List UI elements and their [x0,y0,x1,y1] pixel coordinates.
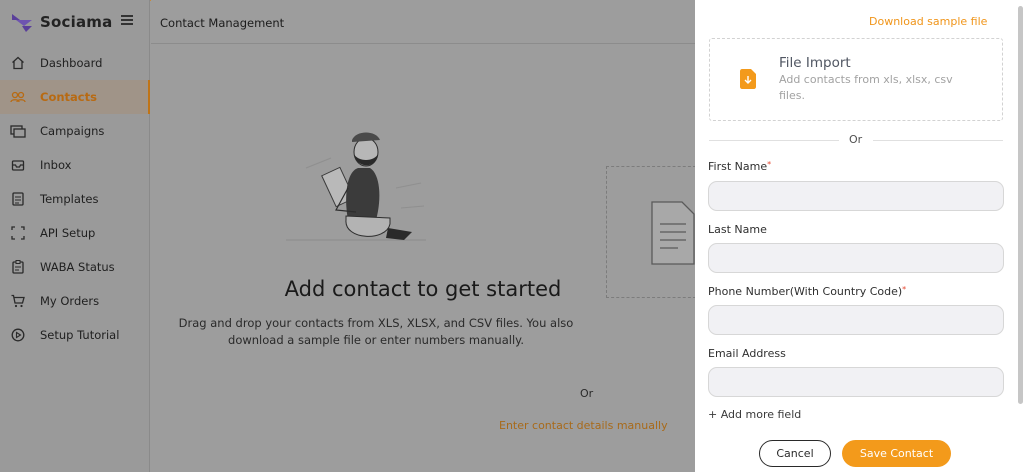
brand-name: Sociama [40,13,113,31]
file-import-subtitle: Add contacts from xls, xlsx, csv files. [779,73,953,102]
sidebar-item-label: Templates [40,192,99,206]
last-name-label: Last Name [708,223,767,236]
file-upload-icon [740,69,756,89]
sidebar-item-label: Campaigns [40,124,105,138]
sidebar-item-label: Setup Tutorial [40,328,120,342]
empty-state-description: Drag and drop your contacts from XLS, XL… [178,316,574,347]
inbox-icon [10,157,26,173]
document-icon [651,201,695,265]
or-divider-text: Or [580,387,594,400]
or-divider-text: Or [849,133,863,146]
last-name-input[interactable] [708,243,1004,273]
sidebar-item-label: My Orders [40,294,100,308]
sidebar: Sociama Dashboard Contacts Campaigns Inb… [0,0,150,472]
email-address-input[interactable] [708,367,1004,397]
sidebar-item-setup-tutorial[interactable]: Setup Tutorial [0,318,150,352]
add-more-field-button[interactable]: + Add more field [708,408,801,421]
templates-icon [10,191,26,207]
first-name-input[interactable] [708,181,1004,211]
empty-state-illustration [286,132,426,241]
contacts-icon [10,89,26,105]
sidebar-item-templates[interactable]: Templates [0,182,150,216]
save-contact-button[interactable]: Save Contact [842,440,951,467]
required-mark: * [902,285,907,294]
required-mark: * [767,160,772,169]
cancel-button[interactable]: Cancel [759,440,831,467]
sidebar-nav: Dashboard Contacts Campaigns Inbox Templ… [0,46,150,352]
file-import-title: File Import [779,55,851,71]
enter-manually-link[interactable]: Enter contact details manually [499,419,668,432]
campaigns-icon [10,123,26,139]
sidebar-item-inbox[interactable]: Inbox [0,148,150,182]
sociama-logo-icon [12,14,32,32]
sidebar-item-label: Inbox [40,158,72,172]
email-address-label: Email Address [708,347,786,360]
phone-number-label: Phone Number(With Country Code)* [708,285,907,298]
topbar: Contact Management [151,0,695,44]
phone-number-input[interactable] [708,305,1004,335]
sidebar-item-label: API Setup [40,226,96,240]
or-divider-line [709,140,839,141]
sidebar-item-api-setup[interactable]: API Setup [0,216,150,250]
play-circle-icon [10,327,26,343]
page-title: Contact Management [160,16,285,30]
sidebar-item-label: WABA Status [40,260,115,274]
sidebar-item-campaigns[interactable]: Campaigns [0,114,150,148]
sidebar-item-waba-status[interactable]: WABA Status [0,250,150,284]
download-sample-link[interactable]: Download sample file [869,15,987,28]
scrollbar-thumb[interactable] [1018,6,1023,404]
waba-status-icon [10,259,26,275]
sidebar-item-dashboard[interactable]: Dashboard [0,46,150,80]
home-icon [10,55,26,71]
first-name-label: First Name* [708,160,772,173]
or-divider-line [873,140,1003,141]
brand[interactable]: Sociama [10,10,112,34]
sidebar-item-label: Dashboard [40,56,103,70]
sidebar-item-label: Contacts [40,90,97,104]
api-setup-icon [10,225,26,241]
hamburger-menu-icon[interactable] [121,15,133,25]
sidebar-item-contacts[interactable]: Contacts [0,80,150,114]
sidebar-item-my-orders[interactable]: My Orders [0,284,150,318]
cart-icon [10,293,26,309]
